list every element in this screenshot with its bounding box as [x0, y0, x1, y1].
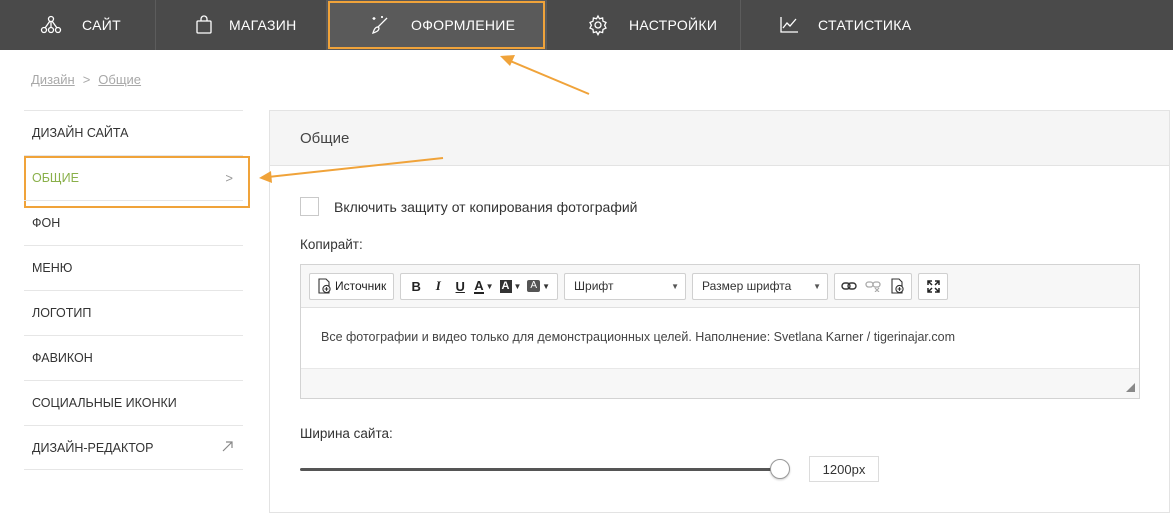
external-arrow-icon: [222, 440, 233, 455]
caret-down-icon: ▼: [513, 281, 522, 291]
font-size-select[interactable]: Размер шрифта ▼: [692, 272, 829, 300]
site-width-value[interactable]: 1200px: [809, 456, 879, 482]
sidebar: ДИЗАЙН САЙТА ОБЩИЕ > ФОН МЕНЮ ЛОГОТИП ФАВ…: [24, 110, 250, 470]
caret-down-icon: ▼: [542, 281, 551, 291]
background-color-button[interactable]: A ▼: [497, 274, 525, 299]
sidebar-item-general[interactable]: ОБЩИЕ >: [24, 155, 250, 208]
sidebar-item-social-icons[interactable]: СОЦИАЛЬНЫЕ ИКОНКИ: [24, 380, 243, 425]
nav-site[interactable]: САЙТ: [0, 0, 156, 50]
source-button[interactable]: Источник: [313, 274, 389, 299]
style-label: A: [527, 280, 541, 292]
bg-color-label: A: [499, 279, 512, 293]
breadcrumb-design-link[interactable]: Дизайн: [31, 72, 75, 87]
sidebar-item-menu[interactable]: МЕНЮ: [24, 245, 243, 290]
sidebar-item-label: ФОН: [32, 216, 61, 230]
chevron-right-icon: >: [225, 170, 233, 186]
unlink-button[interactable]: [861, 274, 885, 299]
insert-media-button[interactable]: [885, 274, 909, 299]
site-width-label: Ширина сайта:: [300, 426, 393, 441]
sidebar-item-label: МЕНЮ: [32, 261, 73, 275]
text-color-button[interactable]: A ▼: [471, 274, 496, 299]
nav-design-label: ОФОРМЛЕНИЕ: [411, 17, 516, 33]
maximize-icon: [926, 279, 940, 293]
top-navigation: САЙТ МАГАЗИН ОФОРМЛЕНИЕ НАСТРОЙКИ СТАТИС…: [0, 0, 1173, 50]
underline-button[interactable]: U: [449, 274, 471, 299]
breadcrumb: Дизайн > Общие: [31, 72, 141, 87]
shopping-bag-icon: [193, 14, 215, 36]
link-icon: [841, 281, 857, 291]
caret-down-icon: ▼: [485, 281, 494, 291]
nav-shop[interactable]: МАГАЗИН: [156, 0, 327, 50]
breadcrumb-current-link[interactable]: Общие: [98, 72, 141, 87]
breadcrumb-separator: >: [82, 72, 91, 87]
sidebar-item-logo[interactable]: ЛОГОТИП: [24, 290, 243, 335]
sidebar-item-label: ЛОГОТИП: [32, 306, 92, 320]
sidebar-item-label: ДИЗАЙН-РЕДАКТОР: [32, 440, 154, 455]
source-button-label: Источник: [335, 279, 387, 293]
photo-protection-checkbox[interactable]: [300, 197, 319, 216]
source-group: Источник: [309, 272, 395, 300]
nav-statistics[interactable]: СТАТИСТИКА: [741, 0, 961, 50]
editor-statusbar: [301, 368, 1139, 398]
link-group: [834, 272, 913, 300]
sidebar-item-favicon[interactable]: ФАВИКОН: [24, 335, 243, 380]
text-style-button[interactable]: A ▼: [524, 274, 553, 299]
nav-settings-label: НАСТРОЙКИ: [629, 17, 718, 33]
resize-handle-icon[interactable]: [1126, 383, 1135, 392]
sidebar-item-design-editor[interactable]: ДИЗАЙН-РЕДАКТОР: [24, 425, 243, 470]
sidebar-item-label: ФАВИКОН: [32, 351, 93, 365]
font-family-value: Шрифт: [574, 279, 614, 293]
maximize-group: [918, 272, 949, 300]
editor-toolbar: Источник B I U A ▼ A ▼ A ▼ Шрифт ▼ Разме…: [301, 265, 1139, 308]
link-button[interactable]: [837, 274, 861, 299]
copyright-label: Копирайт:: [300, 237, 363, 252]
slider-thumb[interactable]: [770, 459, 791, 479]
photo-protection-label: Включить защиту от копирования фотографи…: [334, 198, 638, 215]
nav-site-label: САЙТ: [82, 17, 121, 33]
font-family-select[interactable]: Шрифт ▼: [564, 272, 687, 300]
caret-down-icon: ▼: [813, 281, 822, 291]
arrow-to-design-tab: [500, 55, 590, 95]
maximize-button[interactable]: [921, 274, 945, 299]
copyright-editor: Источник B I U A ▼ A ▼ A ▼ Шрифт ▼ Разме…: [300, 264, 1140, 399]
font-size-value: Размер шрифта: [702, 279, 792, 293]
text-color-label: A: [474, 277, 484, 294]
site-width-slider[interactable]: [300, 458, 800, 480]
sidebar-item-label: ДИЗАЙН САЙТА: [32, 126, 129, 140]
sidebar-item-label: ОБЩИЕ: [32, 171, 79, 185]
magic-brush-icon: [369, 14, 391, 36]
photo-protection-row: Включить защиту от копирования фотографи…: [300, 197, 637, 216]
slider-track[interactable]: [300, 468, 781, 471]
sidebar-item-background[interactable]: ФОН: [24, 200, 243, 245]
sidebar-item-label: СОЦИАЛЬНЫЕ ИКОНКИ: [32, 396, 177, 410]
caret-down-icon: ▼: [671, 281, 680, 291]
panel-title: Общие: [270, 111, 1169, 166]
italic-button[interactable]: I: [427, 274, 449, 299]
copyright-text-area[interactable]: Все фотографии и видео только для демонс…: [301, 308, 1139, 368]
general-settings-panel: Общие Включить защиту от копирования фот…: [269, 110, 1170, 513]
nav-design[interactable]: ОФОРМЛЕНИЕ: [327, 0, 547, 50]
site-nodes-icon: [40, 14, 62, 36]
line-chart-icon: [778, 14, 800, 36]
gear-icon: [587, 14, 609, 36]
nav-shop-label: МАГАЗИН: [229, 17, 297, 33]
nav-settings[interactable]: НАСТРОЙКИ: [547, 0, 741, 50]
sidebar-item-site-design[interactable]: ДИЗАЙН САЙТА: [24, 110, 243, 155]
nav-statistics-label: СТАТИСТИКА: [818, 17, 912, 33]
insert-media-icon: [889, 278, 905, 294]
unlink-icon: [865, 280, 881, 292]
format-group: B I U A ▼ A ▼ A ▼: [400, 272, 559, 300]
source-doc-icon: [316, 278, 332, 294]
bold-button[interactable]: B: [405, 274, 427, 299]
